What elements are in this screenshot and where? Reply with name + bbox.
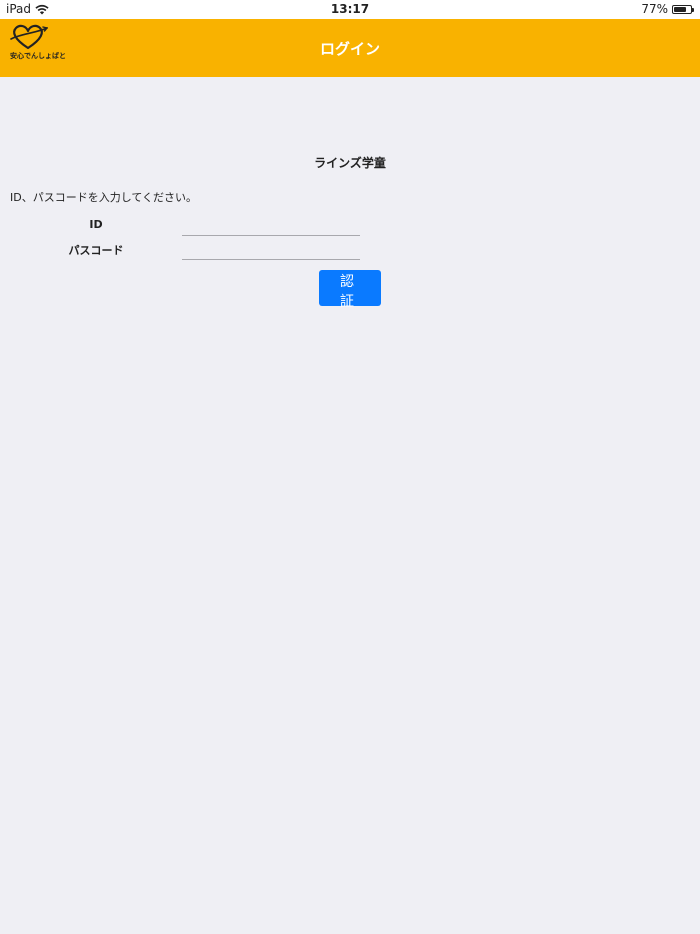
authenticate-button[interactable]: 認 証 xyxy=(319,270,381,310)
page-title: ログイン xyxy=(319,39,380,58)
instruction-text: ID、パスコードを入力してください。 xyxy=(10,191,198,204)
passcode-input[interactable] xyxy=(182,239,360,260)
battery-icon xyxy=(672,4,694,14)
battery-percent: 77% xyxy=(641,2,668,16)
passcode-label: パスコード xyxy=(68,244,124,257)
status-time: 13:17 xyxy=(330,2,370,16)
navigation-bar: ログイン xyxy=(0,19,700,77)
id-input[interactable] xyxy=(182,215,360,236)
logo-text: 安心でんしょばと xyxy=(10,52,66,60)
organization-name: ラインズ学童 xyxy=(314,156,386,170)
id-label: ID xyxy=(89,218,103,231)
app-logo: 安心でんしょばと xyxy=(8,22,66,60)
status-bar-right: 77% xyxy=(641,2,694,16)
heart-logo-icon xyxy=(10,24,49,50)
battery-fill xyxy=(674,6,687,12)
status-bar: iPad 13:17 77% xyxy=(0,0,700,19)
